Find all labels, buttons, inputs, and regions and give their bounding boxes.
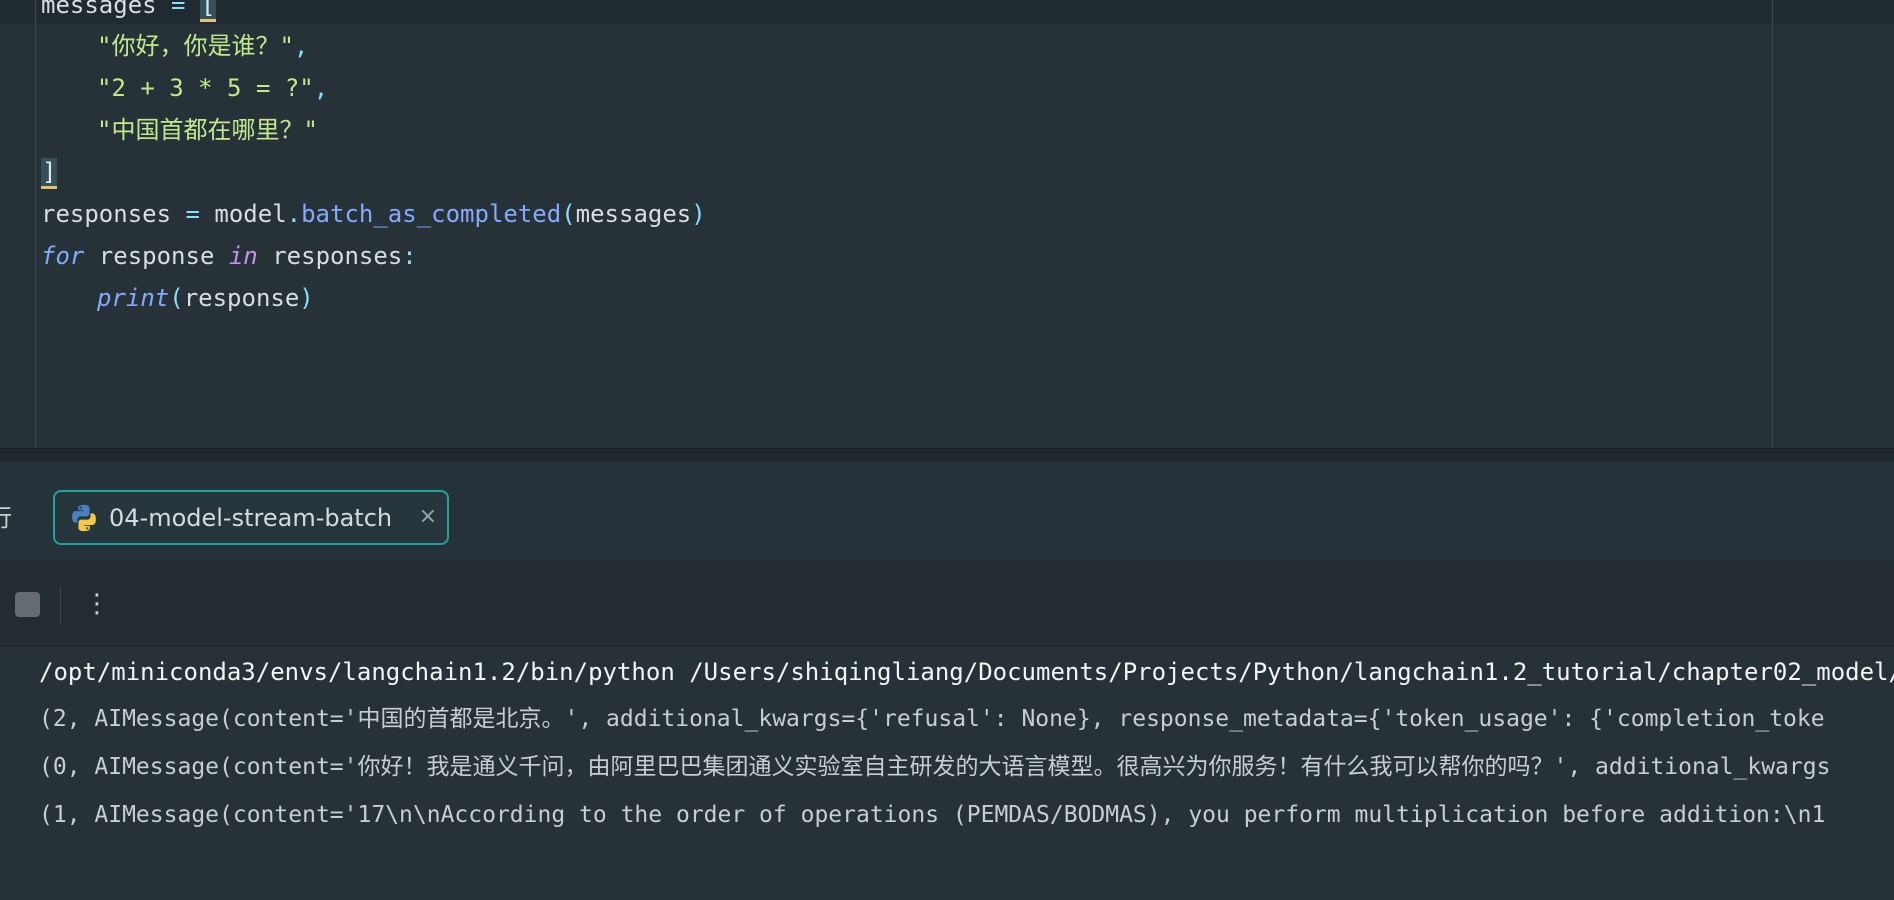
code-line-5[interactable]: ] [41, 151, 58, 193]
code-line-1[interactable]: messages = [ [41, 0, 217, 26]
run-tab-strip: 行 04-model-stream-batch × [0, 462, 1894, 562]
punctuation: , [293, 32, 309, 60]
method-name: batch_as_completed [301, 200, 562, 228]
gutter-divider [35, 0, 36, 448]
punctuation: ) [299, 284, 314, 312]
panel-resize-handle[interactable] [0, 448, 1894, 462]
code-line-3[interactable]: "2 + 3 * 5 = ?", [41, 67, 328, 109]
identifier: response [98, 242, 215, 270]
current-line-highlight [0, 0, 1894, 24]
code-editor[interactable]: messages = [ "你好，你是谁？", "2 + 3 * 5 = ?",… [0, 0, 1894, 448]
keyword: for [41, 242, 85, 270]
console-output[interactable]: /opt/miniconda3/envs/langchain1.2/bin/py… [0, 647, 1894, 900]
stop-button[interactable] [15, 592, 40, 617]
identifier: messages [41, 0, 157, 19]
string-literal: "2 + 3 * 5 = ?" [97, 74, 314, 102]
identifier: response [183, 284, 300, 312]
console-output-line: (1, AIMessage(content='17\n\nAccording t… [39, 802, 1826, 828]
identifier: model [214, 200, 287, 228]
run-tab-04-model-stream-batch[interactable]: 04-model-stream-batch × [53, 490, 449, 545]
run-tool-window: 行 04-model-stream-batch × ⋮ /opt/minicon… [0, 462, 1894, 900]
panel-title-fragment: 行 [0, 498, 12, 533]
identifier: responses [41, 200, 172, 228]
code-line-7[interactable]: for response in responses: [41, 235, 417, 277]
console-output-line: (2, AIMessage(content='中国的首都是北京。', addit… [39, 706, 1825, 732]
code-line-4[interactable]: "中国首都在哪里？" [41, 109, 318, 151]
identifier: messages [575, 200, 692, 228]
console-toolbar: ⋮ [0, 562, 1894, 647]
string-literal: "你好，你是谁？" [97, 32, 294, 60]
matched-bracket: ] [41, 158, 58, 189]
punctuation: ( [561, 200, 576, 228]
console-command-line: /opt/miniconda3/envs/langchain1.2/bin/py… [39, 658, 1894, 686]
operator: = [185, 200, 200, 228]
toolbar-separator [60, 586, 61, 624]
identifier: responses [272, 242, 403, 270]
code-line-6[interactable]: responses = model.batch_as_completed(mes… [41, 193, 706, 235]
builtin-function: print [97, 284, 170, 312]
code-line-8[interactable]: print(response) [41, 277, 314, 319]
run-tab-label: 04-model-stream-batch [109, 503, 393, 532]
more-options-icon[interactable]: ⋮ [84, 584, 110, 624]
punctuation: : [402, 242, 417, 270]
keyword: in [228, 242, 258, 270]
operator: = [171, 0, 186, 19]
code-line-2[interactable]: "你好，你是谁？", [41, 25, 308, 67]
matched-bracket: [ [199, 0, 217, 22]
python-icon [72, 504, 96, 531]
punctuation: , [313, 74, 329, 102]
console-output-line: (0, AIMessage(content='你好！我是通义千问，由阿里巴巴集团… [39, 754, 1831, 780]
close-icon[interactable]: × [419, 504, 437, 529]
punctuation: ) [691, 200, 706, 228]
string-literal: "中国首都在哪里？" [97, 116, 318, 144]
punctuation: . [286, 200, 302, 228]
punctuation: ( [169, 284, 184, 312]
right-margin-guide [1772, 0, 1773, 448]
